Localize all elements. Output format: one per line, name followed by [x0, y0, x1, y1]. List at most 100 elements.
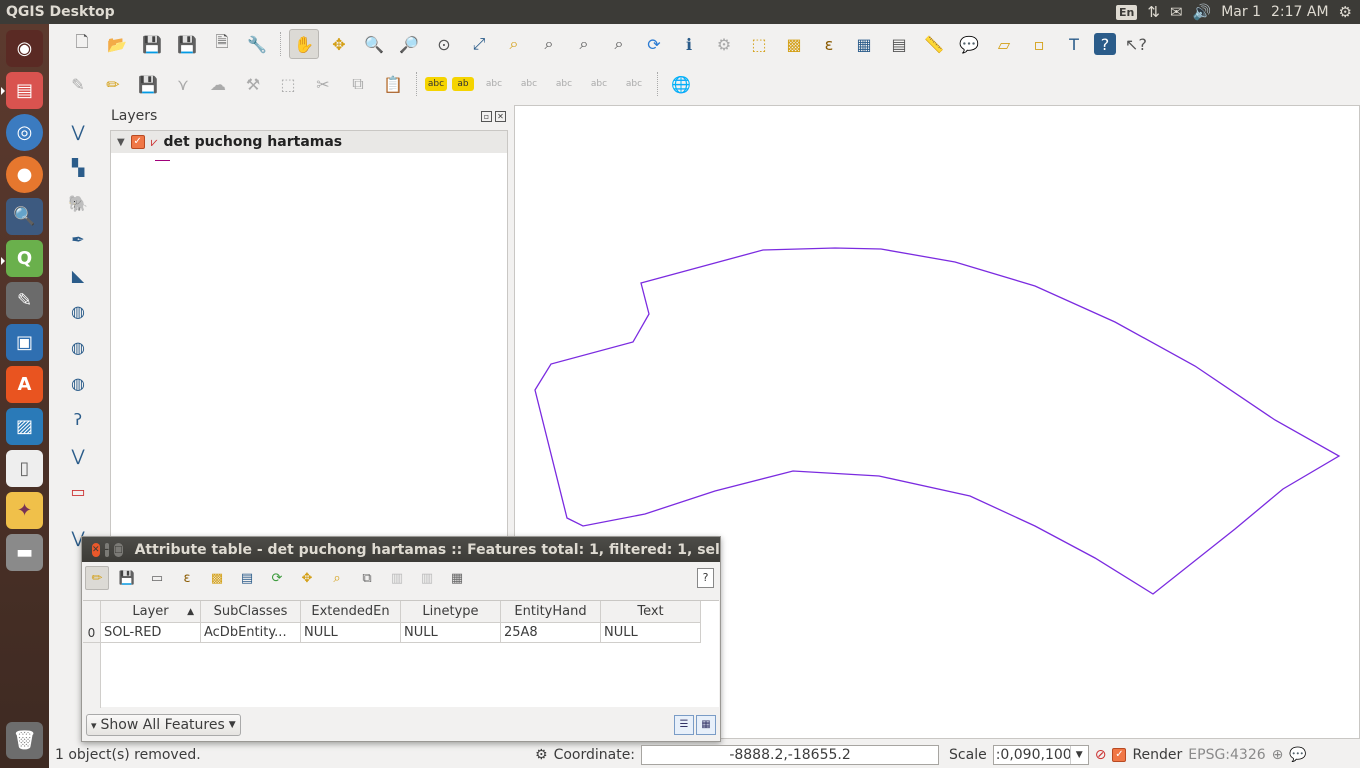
- column-header[interactable]: ExtendedEn: [301, 601, 401, 622]
- form-view-icon[interactable]: ☰: [674, 715, 694, 735]
- node-tool-icon[interactable]: ⚒: [238, 69, 268, 99]
- add-mssql-layer-icon[interactable]: ◣: [63, 260, 93, 290]
- firefox-icon[interactable]: ●: [6, 156, 43, 193]
- expand-arrow-icon[interactable]: ▼: [117, 137, 125, 148]
- highlight-pinned-labels-icon[interactable]: abc: [479, 69, 509, 99]
- select-by-expression-icon[interactable]: ε: [175, 566, 199, 590]
- globe-icon[interactable]: 🌐: [666, 69, 696, 99]
- close-window-button[interactable]: ✕: [92, 542, 100, 557]
- zoom-to-layer-icon[interactable]: ⌕: [534, 29, 564, 59]
- zoom-out-icon[interactable]: 🔎: [394, 29, 424, 59]
- zoom-native-icon[interactable]: ⊙: [429, 29, 459, 59]
- layer-item[interactable]: ▼ ✓ ⩗ det puchong hartamas: [111, 131, 507, 153]
- column-header[interactable]: EntityHand: [501, 601, 601, 622]
- column-header[interactable]: Linetype: [401, 601, 501, 622]
- clock-date[interactable]: Mar 1: [1221, 4, 1261, 20]
- add-vector-layer-icon[interactable]: ⋁: [63, 116, 93, 146]
- pan-to-selection-icon[interactable]: ✥: [324, 29, 354, 59]
- table-cell[interactable]: NULL: [301, 623, 401, 643]
- copy-features-icon[interactable]: ⧉: [343, 69, 373, 99]
- maximize-window-button[interactable]: □: [114, 542, 123, 557]
- save-project-icon[interactable]: 💾: [137, 29, 167, 59]
- table-cell[interactable]: AcDbEntity...: [201, 623, 301, 643]
- invert-selection-icon[interactable]: ⟳: [265, 566, 289, 590]
- pan-icon[interactable]: ✋: [289, 29, 319, 59]
- zoom-to-selected-icon[interactable]: ⌕: [325, 566, 349, 590]
- deselect-icon[interactable]: ▩: [779, 29, 809, 59]
- new-print-composer-icon[interactable]: 🗎: [207, 29, 237, 59]
- add-feature-icon[interactable]: ⋎: [168, 69, 198, 99]
- new-project-icon[interactable]: 🗋: [67, 29, 97, 59]
- zoom-full-icon[interactable]: ⤢: [464, 29, 494, 59]
- zoom-next-icon[interactable]: ⌕: [604, 29, 634, 59]
- qgis-icon[interactable]: Q: [6, 240, 43, 277]
- search-icon[interactable]: 🔍: [6, 198, 43, 235]
- whats-this-icon[interactable]: ↖?: [1121, 29, 1151, 59]
- add-spatialite-layer-icon[interactable]: ✒: [63, 224, 93, 254]
- open-project-icon[interactable]: 📂: [102, 29, 132, 59]
- text-annotation-icon[interactable]: T: [1059, 29, 1089, 59]
- help-button[interactable]: ?: [697, 568, 714, 588]
- label-toolbar-icon[interactable]: abc: [425, 77, 447, 91]
- ubuntu-dash-icon[interactable]: ◉: [6, 30, 43, 67]
- text-editor-icon[interactable]: ▯: [6, 450, 43, 487]
- keyboard-indicator[interactable]: En: [1116, 4, 1138, 20]
- new-temporary-layer-icon[interactable]: ▫: [1024, 29, 1054, 59]
- trash-icon[interactable]: 🗑: [6, 722, 43, 759]
- new-spatialite-icon[interactable]: ▱: [989, 29, 1019, 59]
- table-row[interactable]: 0 SOL-RED AcDbEntity... NULL NULL 25A8 N…: [83, 623, 701, 643]
- pin-labels-icon[interactable]: ab: [452, 77, 474, 91]
- network-icon[interactable]: ⇅: [1147, 3, 1160, 21]
- add-raster-layer-icon[interactable]: ▚: [63, 152, 93, 182]
- toggle-editing-icon[interactable]: ✏: [85, 566, 109, 590]
- render-checkbox[interactable]: ✓: [1112, 748, 1127, 762]
- deselect-all-icon[interactable]: ▩: [205, 566, 229, 590]
- crs-globe-icon[interactable]: ⊕: [1272, 747, 1284, 763]
- measure-icon[interactable]: 📏: [919, 29, 949, 59]
- chevron-down-icon[interactable]: ▼: [1069, 746, 1088, 764]
- move-label-icon[interactable]: abc: [549, 69, 579, 99]
- delete-selected-features-icon[interactable]: ▭: [145, 566, 169, 590]
- files-icon[interactable]: ▤: [6, 72, 43, 109]
- statistics-icon[interactable]: ▤: [884, 29, 914, 59]
- annotation-icon[interactable]: 💬: [954, 29, 984, 59]
- save-edits-icon[interactable]: 💾: [115, 566, 139, 590]
- save-as-icon[interactable]: 💾: [172, 29, 202, 59]
- row-number[interactable]: 0: [83, 623, 101, 643]
- scale-combo[interactable]: :0,090,100 ▼: [992, 745, 1089, 765]
- toggle-coordinate-icon[interactable]: ⚙: [535, 747, 548, 763]
- composer-manager-icon[interactable]: 🔧: [242, 29, 272, 59]
- copy-rows-icon[interactable]: ⧉: [355, 566, 379, 590]
- disk-icon[interactable]: ▬: [6, 534, 43, 571]
- change-label-icon[interactable]: abc: [619, 69, 649, 99]
- attribute-table-icon[interactable]: ▦: [849, 29, 879, 59]
- current-edits-icon[interactable]: ✎: [63, 69, 93, 99]
- settings-gear-icon[interactable]: ⚙: [1339, 3, 1352, 21]
- float-panel-icon[interactable]: ▫: [481, 110, 492, 122]
- column-header[interactable]: Text: [601, 601, 701, 622]
- add-wcs-layer-icon[interactable]: ◍: [63, 332, 93, 362]
- clock-time[interactable]: 2:17 AM: [1271, 4, 1329, 20]
- screenshot-icon[interactable]: ▣: [6, 324, 43, 361]
- column-header[interactable]: SubClasses: [201, 601, 301, 622]
- save-edits-icon[interactable]: 💾: [133, 69, 163, 99]
- software-center-icon[interactable]: A: [6, 366, 43, 403]
- zoom-to-selection-icon[interactable]: ⌕: [499, 29, 529, 59]
- gimp-icon[interactable]: ✎: [6, 282, 43, 319]
- paste-features-icon[interactable]: 📋: [378, 69, 408, 99]
- toggle-editing-icon[interactable]: ✏: [98, 69, 128, 99]
- add-wms-layer-icon[interactable]: ◍: [63, 296, 93, 326]
- new-field-icon[interactable]: ▥: [385, 566, 409, 590]
- table-cell[interactable]: NULL: [601, 623, 701, 643]
- table-cell[interactable]: 25A8: [501, 623, 601, 643]
- select-features-icon[interactable]: ⬚: [744, 29, 774, 59]
- cleaner-icon[interactable]: ✦: [6, 492, 43, 529]
- image-viewer-icon[interactable]: ▨: [6, 408, 43, 445]
- add-postgis-layer-icon[interactable]: 🐘: [63, 188, 93, 218]
- coordinate-field[interactable]: -8888.2,-18655.2: [641, 745, 940, 765]
- move-selection-to-top-icon[interactable]: ▤: [235, 566, 259, 590]
- layer-visibility-checkbox[interactable]: ✓: [130, 135, 145, 149]
- add-wfs-layer-icon[interactable]: ◍: [63, 368, 93, 398]
- show-all-features-dropdown[interactable]: ▾ Show All Features ▼: [86, 714, 241, 736]
- table-cell[interactable]: NULL: [401, 623, 501, 643]
